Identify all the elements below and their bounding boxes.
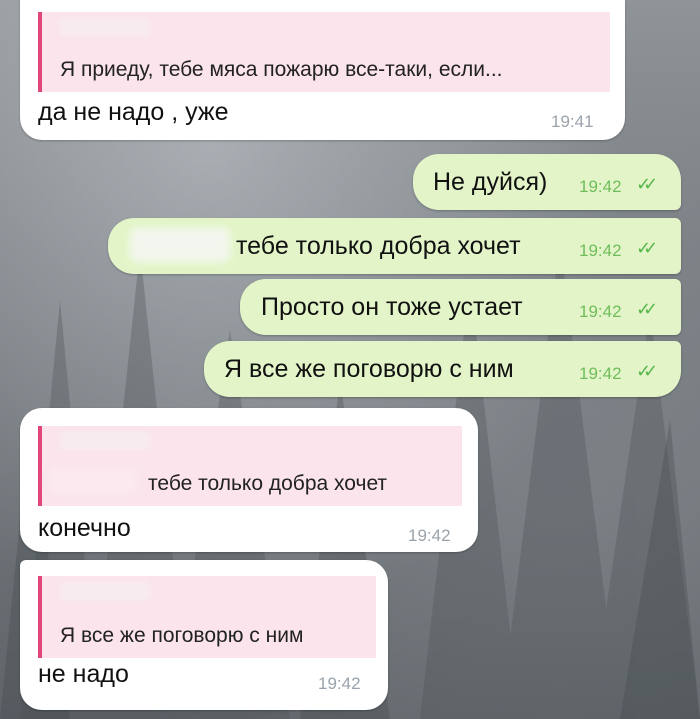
message-bubble-outgoing[interactable]: тебе только добра хочет 19:42 ✓✓ [108,218,681,274]
message-time: 19:41 [551,112,594,131]
reply-quote[interactable]: Я приеду, тебе мяса пожарю все-таки, есл… [38,12,610,92]
double-check-icon: ✓✓ [636,361,658,381]
redacted-area [48,468,138,494]
message-bubble-incoming[interactable]: Я все же поговорю с ним не надо 19:42 [20,560,388,710]
message-time: 19:42 [579,241,622,260]
reply-author-redacted [60,18,150,36]
message-text: Просто он тоже устает [261,293,523,321]
message-time: 19:42 [579,302,622,321]
reply-text: тебе только добра хочет [148,472,388,495]
reply-quote[interactable]: тебе только добра хочет [38,426,462,506]
message-bubble-incoming[interactable]: Я приеду, тебе мяса пожарю все-таки, есл… [20,0,625,140]
reply-author-redacted [60,582,150,600]
double-check-icon: ✓✓ [636,174,658,194]
message-text: конечно [38,514,131,542]
message-text: Не дуйся) [433,168,548,196]
double-check-icon: ✓✓ [636,238,658,258]
reply-author-redacted [60,432,150,450]
message-bubble-outgoing[interactable]: Я все же поговорю с ним 19:42 ✓✓ [204,341,681,397]
message-bubble-incoming[interactable]: тебе только добра хочет конечно 19:42 [20,408,478,552]
double-check-icon: ✓✓ [636,299,658,319]
message-time: 19:42 [318,674,361,693]
message-time: 19:42 [579,364,622,383]
message-text: тебе только добра хочет [236,232,521,260]
message-text: Я все же поговорю с ним [224,355,514,383]
reply-text: Я приеду, тебе мяса пожарю все-таки, есл… [60,58,503,81]
message-time: 19:42 [579,177,622,196]
reply-text: Я все же поговорю с ним [60,624,304,647]
message-text: не надо [38,660,129,688]
redacted-area [130,228,230,262]
message-time: 19:42 [408,526,451,545]
message-bubble-outgoing[interactable]: Не дуйся) 19:42 ✓✓ [413,154,681,210]
message-bubble-outgoing[interactable]: Просто он тоже устает 19:42 ✓✓ [240,279,681,335]
message-text: да не надо , уже [38,98,229,126]
reply-quote[interactable]: Я все же поговорю с ним [38,576,376,658]
